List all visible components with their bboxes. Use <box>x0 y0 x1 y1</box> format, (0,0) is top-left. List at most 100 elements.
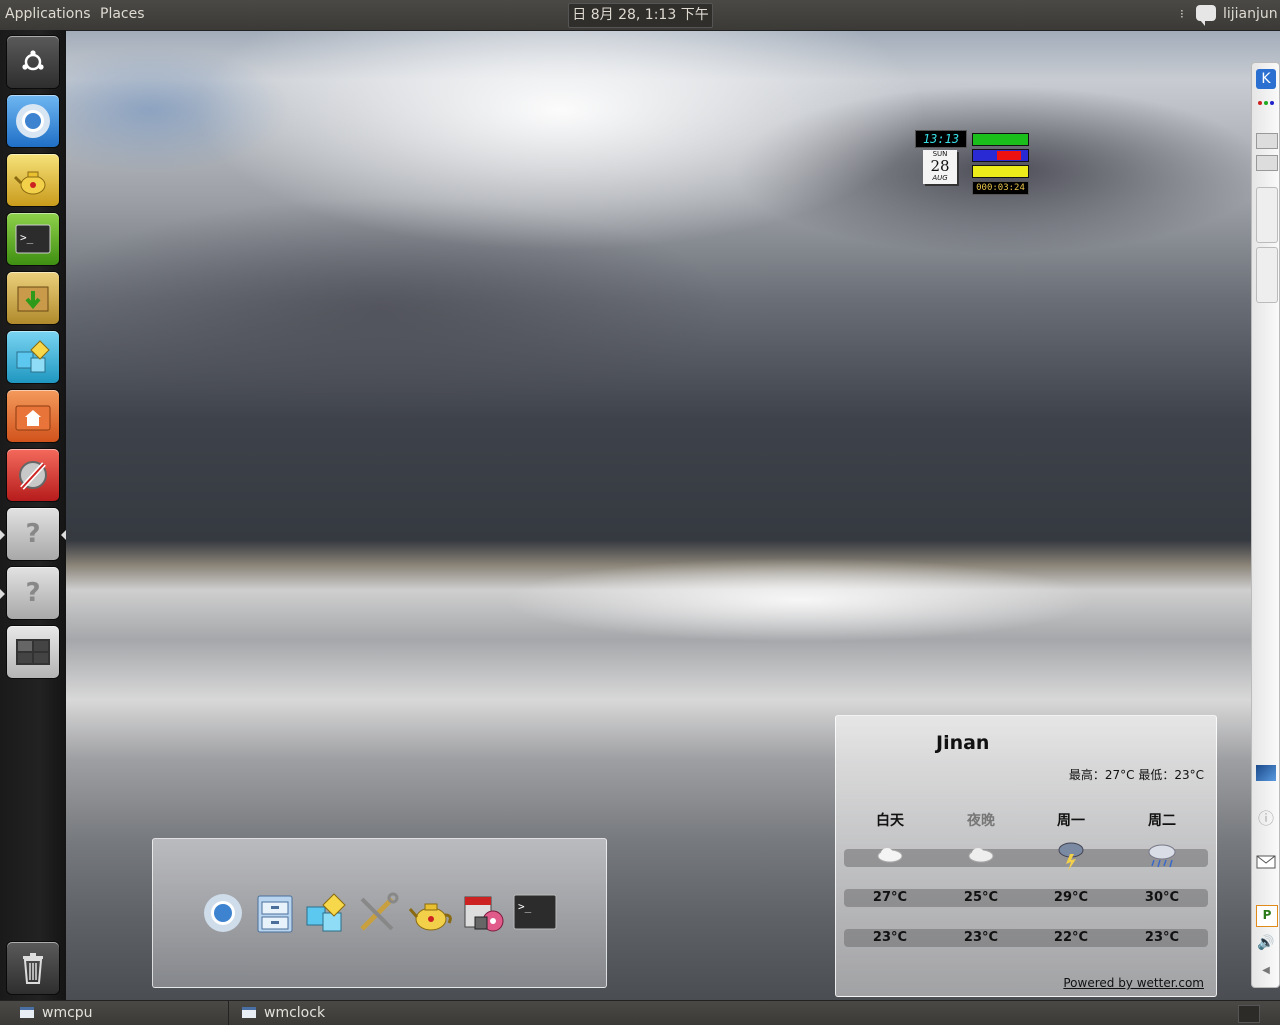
launcher-unknown-app-button-2[interactable]: ? <box>7 567 59 619</box>
kde-icon[interactable]: K <box>1256 69 1276 89</box>
window-icon <box>242 1007 256 1018</box>
launcher-shapes-button[interactable] <box>7 331 59 383</box>
file-cabinet-icon <box>257 895 293 933</box>
launcher-chromium-button[interactable] <box>7 95 59 147</box>
settings-wrench-icon <box>19 461 47 490</box>
powered-by-link[interactable]: Powered by wetter.com <box>1063 976 1204 990</box>
trash-icon <box>23 953 43 984</box>
teapot-icon <box>409 903 452 931</box>
top-panel: Applications Places 日 8月 28, 1:13 下午 ⁝ l… <box>0 0 1280 31</box>
mail-icon[interactable] <box>1256 855 1276 875</box>
workspace-switcher[interactable] <box>1238 1005 1260 1023</box>
collapse-arrow-icon[interactable]: ◀ <box>1256 965 1276 985</box>
launcher-terminal-button[interactable]: >_ <box>7 213 59 265</box>
ubuntu-logo-icon <box>22 50 44 71</box>
taskbar-label: wmcpu <box>42 1005 93 1021</box>
svg-text:>_: >_ <box>518 900 532 913</box>
launcher-trash-button[interactable] <box>7 942 59 994</box>
drive-icon[interactable] <box>1256 133 1278 149</box>
chromium-icon <box>16 104 50 138</box>
indicator-menu-icon[interactable]: ⁝ <box>1180 7 1184 21</box>
launcher-unknown-app-button[interactable]: ? <box>7 508 59 560</box>
dock-teapot[interactable] <box>409 891 453 935</box>
messaging-indicator-icon[interactable] <box>1196 5 1216 26</box>
desktop-icon[interactable] <box>1256 765 1276 781</box>
weather-low-temp: 23°C <box>1144 930 1180 945</box>
app-window-thumb[interactable] <box>1256 187 1278 243</box>
launcher-workspaces-button[interactable] <box>7 626 59 678</box>
wmclock-time: 13:13 <box>915 130 967 148</box>
question-mark-icon: ? <box>25 519 41 549</box>
weather-high-temp: 30°C <box>1144 890 1180 905</box>
wmclock-calendar: SUN 28 AUG <box>923 150 957 184</box>
running-indicator <box>0 530 5 540</box>
thunderstorm-icon <box>1058 842 1084 871</box>
rain-icon <box>1148 844 1176 868</box>
dock-file-cabinet[interactable] <box>253 891 297 935</box>
terminal-icon: >_ <box>513 894 557 930</box>
weather-low-temp: 23°C <box>963 930 999 945</box>
active-indicator <box>61 530 66 540</box>
weather-icon-cell <box>855 844 925 868</box>
memory-used-fill <box>997 151 1021 160</box>
memory-bar <box>972 149 1029 162</box>
terminal-icon: >_ <box>15 224 51 254</box>
app-window-thumb-2[interactable] <box>1256 247 1278 303</box>
launcher: >_ ? ? <box>0 30 66 1000</box>
dock-shapes[interactable] <box>304 891 348 935</box>
cpu-load-bar <box>972 133 1029 146</box>
dock-chromium[interactable] <box>201 891 245 935</box>
weather-icon-cell <box>1036 840 1106 871</box>
question-mark-icon: ? <box>25 578 41 608</box>
launcher-home-folder-button[interactable] <box>7 390 59 442</box>
app-dock: >_ <box>152 838 607 988</box>
weather-high-temp: 27°C <box>872 890 908 905</box>
color-dots-icon[interactable] <box>1256 97 1276 107</box>
launcher-settings-button[interactable] <box>7 449 59 501</box>
home-folder-icon <box>15 405 51 431</box>
weather-icon-cell <box>1127 842 1197 868</box>
applications-menu[interactable]: Applications <box>5 6 91 22</box>
taskbar-item-wmcpu[interactable]: wmcpu <box>20 1001 220 1025</box>
weather-high-low: 最高：27°C 最低：23°C <box>1068 768 1204 782</box>
launcher-teapot-button[interactable] <box>7 154 59 206</box>
weather-high-temp: 25°C <box>963 890 999 905</box>
weather-high-temp: 29°C <box>1053 890 1089 905</box>
swap-bar <box>972 165 1029 178</box>
wmclock-widget[interactable]: 13:13 SUN 28 AUG <box>915 130 967 186</box>
dock-software-install[interactable] <box>461 891 505 935</box>
weather-day-label: 周二 <box>1148 813 1176 829</box>
weather-city: Jinan <box>936 732 990 754</box>
panel-clock[interactable]: 日 8月 28, 1:13 下午 <box>568 3 713 28</box>
taskbar-label: wmclock <box>264 1005 326 1021</box>
taskbar-item-wmclock[interactable]: wmclock <box>242 1001 442 1025</box>
weather-low-temp: 22°C <box>1053 930 1089 945</box>
cloudy-icon <box>877 848 903 863</box>
running-indicator <box>0 589 5 599</box>
wmclock-month: AUG <box>932 174 948 182</box>
window-icon <box>20 1007 34 1018</box>
workspaces-icon <box>16 639 50 665</box>
dock-terminal[interactable]: >_ <box>513 891 557 935</box>
weather-icon-cell <box>946 844 1016 868</box>
wmcpu-widget[interactable]: 000:03:24 <box>972 133 1029 195</box>
chromium-icon <box>204 894 242 932</box>
dash-home-button[interactable] <box>7 36 59 88</box>
drive-icon-2[interactable] <box>1256 155 1278 171</box>
user-menu[interactable]: lijianjun <box>1223 6 1278 22</box>
teapot-icon <box>14 171 46 195</box>
svg-text:>_: >_ <box>20 231 34 244</box>
weather-widget[interactable]: Jinan 最高：27°C 最低：23°C 白天 夜晚 周一 周二 27°C 2… <box>835 715 1217 997</box>
volume-icon[interactable]: 🔊 <box>1256 935 1276 955</box>
taskbar-separator <box>228 1001 229 1025</box>
weather-day-label: 周一 <box>1057 813 1085 829</box>
places-menu[interactable]: Places <box>100 6 145 22</box>
dock-tools[interactable] <box>356 891 400 935</box>
shapes-icon <box>306 893 346 932</box>
uptime-readout: 000:03:24 <box>972 181 1029 195</box>
info-icon[interactable]: ⓘ <box>1256 805 1276 828</box>
wmclock-date: 28 <box>930 157 950 175</box>
pidgin-icon[interactable]: P <box>1256 905 1278 927</box>
package-download-icon <box>17 286 49 312</box>
launcher-archive-button[interactable] <box>7 272 59 324</box>
